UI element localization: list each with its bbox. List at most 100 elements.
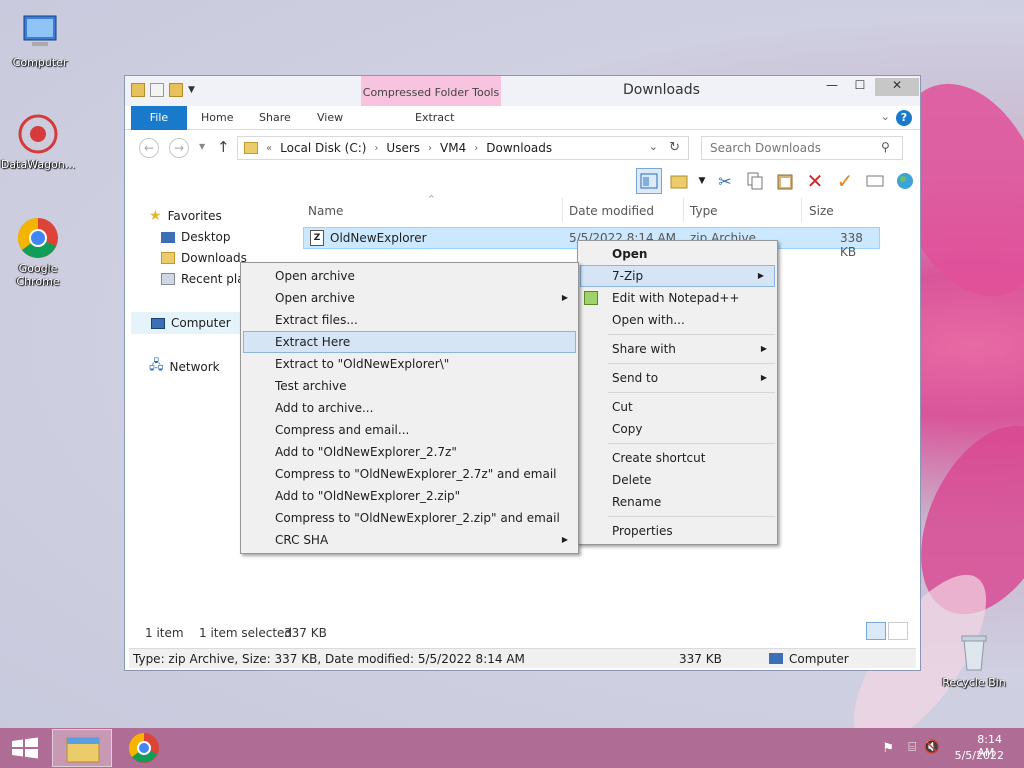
tab-file[interactable]: File [131, 106, 187, 130]
taskbar-file-explorer[interactable] [52, 729, 112, 767]
menu-item-properties[interactable]: Properties [578, 520, 777, 542]
taskbar-chrome[interactable] [114, 729, 174, 767]
open-folder-icon[interactable] [666, 168, 692, 194]
address-overflow[interactable]: « [266, 143, 272, 154]
column-divider[interactable] [683, 198, 684, 222]
column-type[interactable]: Type [690, 204, 718, 218]
nav-computer[interactable]: Computer [131, 312, 249, 334]
menu-item-add-zip[interactable]: Add to "OldNewExplorer_2.zip" [241, 485, 578, 507]
nav-network[interactable]: 🖧 Network [149, 356, 220, 378]
minimize-button[interactable]: — [819, 78, 845, 96]
menu-item-test-archive[interactable]: Test archive [241, 375, 578, 397]
nav-label: Downloads [181, 251, 247, 265]
menu-item-compress-zip-email[interactable]: Compress to "OldNewExplorer_2.zip" and e… [241, 507, 578, 529]
action-center-flag-icon[interactable]: ⚑ [882, 741, 894, 756]
ribbon-expand-icon[interactable]: ⌄ [881, 110, 890, 123]
desktop-icon-computer[interactable]: Computer [2, 10, 78, 69]
folder-icon[interactable] [131, 83, 145, 97]
breadcrumb-downloads[interactable]: Downloads [486, 141, 552, 155]
chevron-down-icon[interactable]: ▼ [696, 168, 708, 194]
nav-favorites[interactable]: ★ Favorites [149, 208, 222, 224]
paste-icon[interactable] [772, 168, 798, 194]
menu-item-extract-files[interactable]: Extract files... [241, 309, 578, 331]
menu-item-edit-notepad[interactable]: Edit with Notepad++ [578, 287, 777, 309]
title-bar[interactable]: ▼ Compressed Folder Tools Downloads — ☐ … [125, 76, 920, 106]
tab-extract[interactable]: Extract [401, 106, 468, 130]
menu-item-open-archive-sub[interactable]: Open archive ▶ [241, 287, 578, 309]
properties-icon[interactable] [150, 83, 164, 97]
globe-icon[interactable] [892, 168, 918, 194]
menu-item-crc-sha[interactable]: CRC SHA ▶ [241, 529, 578, 551]
breadcrumb-separator-icon[interactable]: › [374, 143, 378, 154]
refresh-icon[interactable]: ↻ [669, 140, 680, 155]
up-button[interactable]: ↑ [217, 138, 230, 156]
menu-item-label: 7-Zip [612, 269, 644, 283]
menu-item-open-with[interactable]: Open with... [578, 309, 777, 331]
search-input[interactable]: Search Downloads [701, 136, 903, 160]
breadcrumb-separator-icon[interactable]: › [474, 143, 478, 154]
file-size: 338 KB [840, 231, 863, 259]
desktop-icon-recycle-bin[interactable]: Recycle Bin [936, 630, 1012, 689]
chevron-down-icon[interactable]: ▼ [188, 85, 195, 95]
checkmark-icon[interactable]: ✓ [832, 168, 858, 194]
tab-home[interactable]: Home [187, 106, 247, 130]
menu-item-delete[interactable]: Delete [578, 469, 777, 491]
status-bar: 1 item 1 item selected 337 KB [125, 622, 920, 644]
column-divider[interactable] [562, 198, 563, 222]
menu-item-open[interactable]: Open [578, 243, 777, 265]
nav-desktop[interactable]: Desktop [161, 230, 231, 244]
delete-icon[interactable]: ✕ [802, 168, 828, 194]
tab-view[interactable]: View [303, 106, 357, 130]
zip-file-icon: Z [310, 230, 324, 246]
back-button[interactable]: ← [139, 138, 159, 158]
address-dropdown-icon[interactable]: ⌄ [649, 140, 658, 153]
cut-icon[interactable]: ✂ [712, 168, 738, 194]
taskbar: ⚑ ⌸ 🔇 8:14 AM 5/5/2022 [0, 728, 1024, 768]
preview-pane-icon[interactable] [636, 168, 662, 194]
menu-item-share-with[interactable]: Share with ▶ [578, 338, 777, 360]
start-button[interactable] [2, 729, 48, 767]
menu-item-compress-email[interactable]: Compress and email... [241, 419, 578, 441]
menu-item-open-archive[interactable]: Open archive [241, 265, 578, 287]
address-bar[interactable]: « Local Disk (C:) › Users › VM4 › Downlo… [237, 136, 689, 160]
forward-button[interactable]: → [169, 138, 189, 158]
column-date-modified[interactable]: Date modified [569, 204, 654, 218]
details-view-button[interactable] [866, 622, 886, 640]
menu-item-send-to[interactable]: Send to ▶ [578, 367, 777, 389]
menu-item-extract-here[interactable]: Extract Here [243, 331, 576, 353]
maximize-button[interactable]: ☐ [847, 78, 873, 96]
help-icon[interactable]: ? [896, 110, 912, 126]
desktop-icon-chrome[interactable]: Google Chrome [0, 216, 76, 288]
menu-item-rename[interactable]: Rename [578, 491, 777, 513]
clock-date[interactable]: 5/5/2022 [955, 749, 1004, 762]
copy-icon[interactable] [742, 168, 768, 194]
breadcrumb-separator-icon[interactable]: › [428, 143, 432, 154]
large-icons-view-button[interactable] [888, 622, 908, 640]
new-folder-icon[interactable] [169, 83, 183, 97]
network-icon[interactable]: ⌸ [908, 740, 916, 755]
volume-muted-icon[interactable]: 🔇 [924, 740, 940, 755]
search-icon[interactable]: ⚲ [881, 140, 912, 154]
menu-item-create-shortcut[interactable]: Create shortcut [578, 447, 777, 469]
rename-icon[interactable] [862, 168, 888, 194]
menu-item-cut[interactable]: Cut [578, 396, 777, 418]
column-size[interactable]: Size [809, 204, 834, 218]
menu-item-copy[interactable]: Copy [578, 418, 777, 440]
breadcrumb-vm4[interactable]: VM4 [440, 141, 466, 155]
tab-share[interactable]: Share [245, 106, 305, 130]
7zip-submenu: Open archive Open archive ▶ Extract files… [240, 262, 579, 554]
column-divider[interactable] [801, 198, 802, 222]
close-button[interactable]: ✕ [875, 78, 919, 96]
menu-item-7zip[interactable]: 7-Zip ▶ [580, 265, 775, 287]
breadcrumb-users[interactable]: Users [386, 141, 420, 155]
breadcrumb-local-disk[interactable]: Local Disk (C:) [280, 141, 366, 155]
menu-item-compress-7z-email[interactable]: Compress to "OldNewExplorer_2.7z" and em… [241, 463, 578, 485]
nav-downloads[interactable]: Downloads [161, 251, 247, 265]
desktop-icon-datawagon[interactable]: DataWagon... [0, 112, 76, 171]
nav-recent-places[interactable]: Recent plac [161, 272, 251, 286]
recent-locations-icon[interactable]: ▼ [199, 142, 205, 151]
menu-item-extract-to[interactable]: Extract to "OldNewExplorer\" [241, 353, 578, 375]
column-name[interactable]: Name [308, 204, 343, 218]
menu-item-add-to-archive[interactable]: Add to archive... [241, 397, 578, 419]
menu-item-add-7z[interactable]: Add to "OldNewExplorer_2.7z" [241, 441, 578, 463]
